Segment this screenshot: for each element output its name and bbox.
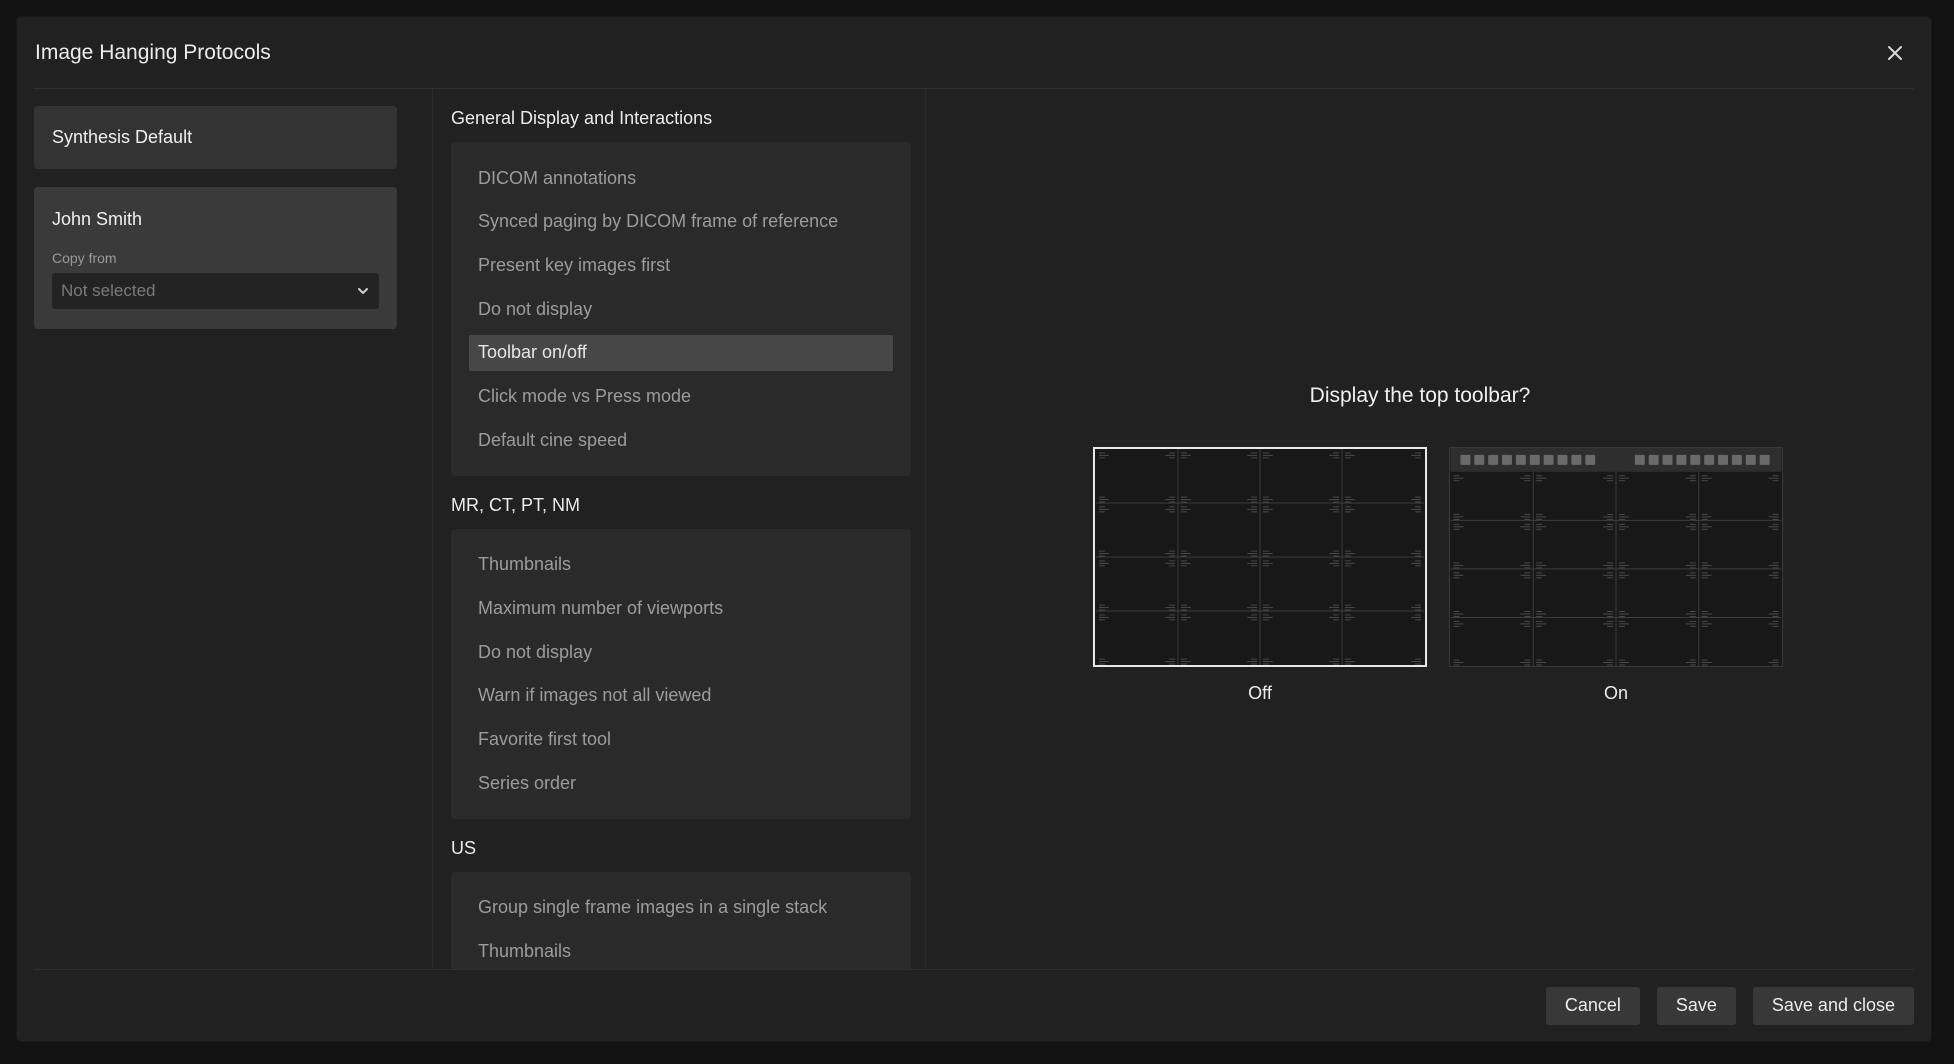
- settings-item[interactable]: Do not display: [469, 634, 893, 670]
- save-button[interactable]: Save: [1656, 986, 1736, 1025]
- modal-title: Image Hanging Protocols: [35, 40, 271, 64]
- preview-toolbar-off: [1093, 447, 1427, 667]
- option-on[interactable]: On: [1449, 447, 1783, 704]
- settings-item[interactable]: Warn if images not all viewed: [469, 678, 893, 714]
- section-title: US: [451, 837, 477, 858]
- chevron-down-icon: [358, 288, 368, 294]
- close-icon: [1888, 45, 1902, 60]
- hanging-protocols-modal: Image Hanging Protocols Synthesis Defaul…: [17, 17, 1931, 1041]
- settings-section: General Display and Interactions DICOM an…: [433, 108, 911, 476]
- settings-list: Thumbnails Maximum number of viewports Do …: [451, 528, 911, 819]
- profile-john-smith[interactable]: John Smith Copy from Not selected: [34, 187, 397, 329]
- preview-toolbar-on: [1449, 447, 1783, 667]
- profile-name: John Smith: [52, 209, 143, 229]
- settings-item[interactable]: Thumbnails: [469, 547, 893, 583]
- settings-item[interactable]: DICOM annotations: [469, 160, 893, 196]
- settings-item[interactable]: Synced paging by DICOM frame of referenc…: [469, 204, 893, 240]
- option-label: Off: [1248, 683, 1272, 703]
- settings-item[interactable]: Click mode vs Press mode: [469, 378, 893, 414]
- copy-from-label: Copy from: [52, 250, 117, 266]
- settings-item[interactable]: Do not display: [469, 291, 893, 327]
- settings-item[interactable]: Thumbnails: [469, 934, 893, 969]
- modal-body: Synthesis Default John Smith Copy from N…: [34, 89, 1914, 969]
- preview-options: Off On: [1093, 447, 1783, 704]
- settings-panel[interactable]: General Display and Interactions DICOM an…: [432, 89, 926, 969]
- copy-from-value: Not selected: [61, 281, 156, 300]
- copy-from-select[interactable]: Not selected: [52, 273, 379, 309]
- profile-name: Synthesis Default: [52, 127, 193, 147]
- modal-footer: Cancel Save Save and close: [34, 969, 1914, 1041]
- cancel-button[interactable]: Cancel: [1545, 986, 1640, 1025]
- settings-item[interactable]: Default cine speed: [469, 422, 893, 458]
- option-off[interactable]: Off: [1093, 447, 1427, 704]
- section-title: General Display and Interactions: [451, 108, 713, 128]
- settings-item[interactable]: Toolbar on/off: [469, 334, 893, 371]
- settings-item[interactable]: Maximum number of viewports: [469, 591, 893, 627]
- settings-item[interactable]: Series order: [469, 765, 893, 801]
- section-title: MR, CT, PT, NM: [451, 494, 580, 515]
- settings-item[interactable]: Favorite first tool: [469, 722, 893, 758]
- close-button[interactable]: [1878, 36, 1912, 70]
- settings-item[interactable]: Present key images first: [469, 247, 893, 283]
- settings-section: US Group single frame images in a single …: [433, 837, 911, 969]
- settings-section: MR, CT, PT, NM Thumbnails Maximum number o…: [433, 494, 911, 819]
- settings-list: Group single frame images in a single st…: [451, 871, 911, 969]
- save-and-close-button[interactable]: Save and close: [1752, 986, 1914, 1025]
- modal-header: Image Hanging Protocols: [34, 17, 1914, 89]
- preview-panel: Display the top toolbar? Off On: [926, 89, 1914, 969]
- settings-item[interactable]: Group single frame images in a single st…: [469, 890, 893, 926]
- profile-synthesis-default[interactable]: Synthesis Default: [34, 106, 397, 169]
- profile-list: Synthesis Default John Smith Copy from N…: [34, 106, 397, 329]
- preview-question: Display the top toolbar?: [1309, 384, 1531, 407]
- settings-list: DICOM annotations Synced paging by DICOM …: [451, 142, 911, 476]
- option-label: On: [1603, 683, 1628, 703]
